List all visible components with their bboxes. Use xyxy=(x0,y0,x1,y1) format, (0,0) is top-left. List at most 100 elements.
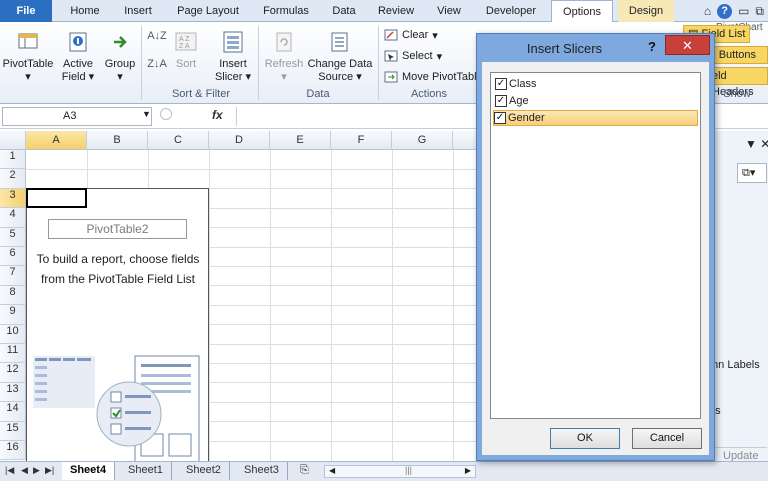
sheet-tab[interactable]: Sheet4 xyxy=(62,462,116,480)
tab-review[interactable]: Review xyxy=(372,0,420,22)
prev-sheet-icon[interactable]: ◀ xyxy=(21,465,28,476)
pivottable-name: PivotTable2 xyxy=(48,219,187,239)
refresh-button[interactable]: Refresh ▾ xyxy=(262,30,306,84)
sort-az-icon: A↓Z xyxy=(147,30,167,42)
dropdown-arrow-icon: ▾ xyxy=(117,71,123,83)
sort-za-button[interactable]: Z↓A xyxy=(146,58,168,71)
dropdown-arrow-icon: ▾ xyxy=(432,29,438,42)
column-header[interactable]: G xyxy=(392,131,453,150)
check-icon[interactable]: ✓ xyxy=(495,78,507,90)
collapse-ribbon-icon[interactable]: ⌂ xyxy=(704,4,711,18)
check-icon[interactable]: ✓ xyxy=(494,112,506,124)
dialog-help-button[interactable]: ? xyxy=(648,39,656,54)
row-header[interactable]: 5 xyxy=(0,227,26,247)
dialog-close-button[interactable]: ✕ xyxy=(665,35,710,55)
selected-cell[interactable] xyxy=(26,188,87,208)
column-header[interactable]: F xyxy=(331,131,392,150)
minimize-icon[interactable]: ▭ xyxy=(738,4,749,18)
worksheet-grid[interactable]: A B C D E F G 1 2 3 4 5 6 7 8 9 10 11 12… xyxy=(0,131,480,461)
next-sheet-icon[interactable]: ▶ xyxy=(33,465,40,476)
scroll-right-icon[interactable]: ▶ xyxy=(465,466,471,475)
ribbon-separator xyxy=(258,26,259,100)
row-header[interactable]: 4 xyxy=(0,208,26,228)
tab-page-layout[interactable]: Page Layout xyxy=(168,0,248,22)
sheet-tab[interactable]: Sheet1 xyxy=(120,462,172,480)
tab-file[interactable]: File xyxy=(0,0,52,22)
dropdown-arrow-icon: ▾ xyxy=(25,71,31,83)
defer-update-row: Update xyxy=(709,447,767,462)
pivottable-button[interactable]: PivotTable ▾ xyxy=(2,30,54,84)
row-header[interactable]: 2 xyxy=(0,169,26,189)
column-header[interactable]: B xyxy=(87,131,148,150)
row-header[interactable]: 3 xyxy=(0,188,26,209)
column-header[interactable]: E xyxy=(270,131,331,150)
ok-button[interactable]: OK xyxy=(550,428,620,449)
sheet-tab[interactable]: Sheet3 xyxy=(236,462,288,480)
tab-data[interactable]: Data xyxy=(324,0,364,22)
pane-options-dropdown-icon[interactable]: ▼ ✕ xyxy=(745,137,768,151)
select-label: Select xyxy=(402,50,433,62)
tab-options[interactable]: Options xyxy=(551,0,613,23)
row-header[interactable]: 8 xyxy=(0,285,26,306)
row-header[interactable]: 1 xyxy=(0,150,26,170)
tab-developer[interactable]: Developer xyxy=(478,0,544,22)
cancel-button[interactable]: Cancel xyxy=(632,428,702,449)
sort-button[interactable]: A ZZ A Sort xyxy=(170,30,202,71)
sheet-tab[interactable]: Sheet2 xyxy=(178,462,230,480)
row-header[interactable]: 10 xyxy=(0,324,26,344)
name-box-dropdown-icon[interactable]: ▼ xyxy=(142,109,151,119)
field-list-pane: ▼ ✕ ⧉▾ mn Labels es Update xyxy=(706,131,768,462)
sort-icon: A ZZ A xyxy=(174,30,198,54)
insert-function-icon[interactable]: fx xyxy=(212,108,223,122)
column-header[interactable]: C xyxy=(148,131,209,150)
scroll-left-icon[interactable]: ◀ xyxy=(329,466,335,475)
change-data-source-button[interactable]: Change Data Source ▾ xyxy=(306,30,374,84)
change-data-source-label: Change Data Source xyxy=(307,58,373,83)
field-headers-toggle[interactable]: eld Headers xyxy=(707,67,768,98)
row-header[interactable]: 14 xyxy=(0,402,26,422)
column-header[interactable]: D xyxy=(209,131,270,150)
row-header[interactable]: 7 xyxy=(0,266,26,286)
row-header[interactable]: 13 xyxy=(0,382,26,403)
layout-button[interactable]: ⧉▾ xyxy=(737,163,767,183)
slicer-item-class[interactable]: ✓ Class xyxy=(495,76,537,92)
scrollbar-thumb-grip-icon[interactable]: ||| xyxy=(405,465,412,475)
row-header[interactable]: 9 xyxy=(0,305,26,325)
sort-az-button[interactable]: A↓Z xyxy=(146,30,168,43)
tab-design[interactable]: Design xyxy=(618,0,674,22)
tab-formulas[interactable]: Formulas xyxy=(254,0,318,22)
slicer-field-list[interactable]: ✓ Class ✓ Age ✓ Gender xyxy=(490,72,701,419)
dropdown-arrow-icon: ▾ xyxy=(436,50,443,63)
check-icon[interactable]: ✓ xyxy=(495,95,507,107)
select-button[interactable]: Select ▾ xyxy=(384,49,442,63)
name-box[interactable]: A3 xyxy=(2,107,152,126)
slicer-item-gender[interactable]: ✓ Gender xyxy=(493,110,698,126)
group-button[interactable]: Group ▾ xyxy=(102,30,138,84)
select-all-corner[interactable] xyxy=(0,131,26,150)
plus-minus-buttons-toggle[interactable]: - Buttons xyxy=(707,46,768,64)
row-header[interactable]: 12 xyxy=(0,363,26,383)
move-pivottable-button[interactable]: Move PivotTable xyxy=(384,70,483,84)
column-header[interactable]: A xyxy=(26,131,87,150)
pivottable-placeholder[interactable]: PivotTable2 To build a report, choose fi… xyxy=(26,188,209,461)
clear-button[interactable]: Clear ▾ xyxy=(384,28,438,42)
first-sheet-icon[interactable]: |◀ xyxy=(5,465,14,476)
row-header[interactable]: 11 xyxy=(0,344,26,364)
last-sheet-icon[interactable]: ▶| xyxy=(45,465,54,476)
restore-icon[interactable]: ⧉ xyxy=(755,4,764,19)
tab-home[interactable]: Home xyxy=(62,0,108,22)
row-header[interactable]: 6 xyxy=(0,247,26,267)
insert-sheet-icon[interactable]: ⎘ xyxy=(300,464,309,477)
help-icon[interactable]: ? xyxy=(717,3,733,19)
row-header[interactable]: 15 xyxy=(0,421,26,441)
horizontal-scrollbar[interactable]: ◀ ||| ▶ xyxy=(324,465,476,478)
row-header[interactable]: 16 xyxy=(0,441,26,461)
tab-view[interactable]: View xyxy=(428,0,470,22)
layout-icon: ⧉▾ xyxy=(742,167,756,179)
active-field-button[interactable]: Active Field ▾ xyxy=(58,30,98,84)
expand-formula-icon[interactable] xyxy=(160,108,172,120)
insert-slicer-button[interactable]: Insert Slicer ▾ xyxy=(210,30,256,84)
select-icon xyxy=(384,50,398,62)
slicer-item-age[interactable]: ✓ Age xyxy=(495,93,529,109)
tab-insert[interactable]: Insert xyxy=(114,0,162,22)
